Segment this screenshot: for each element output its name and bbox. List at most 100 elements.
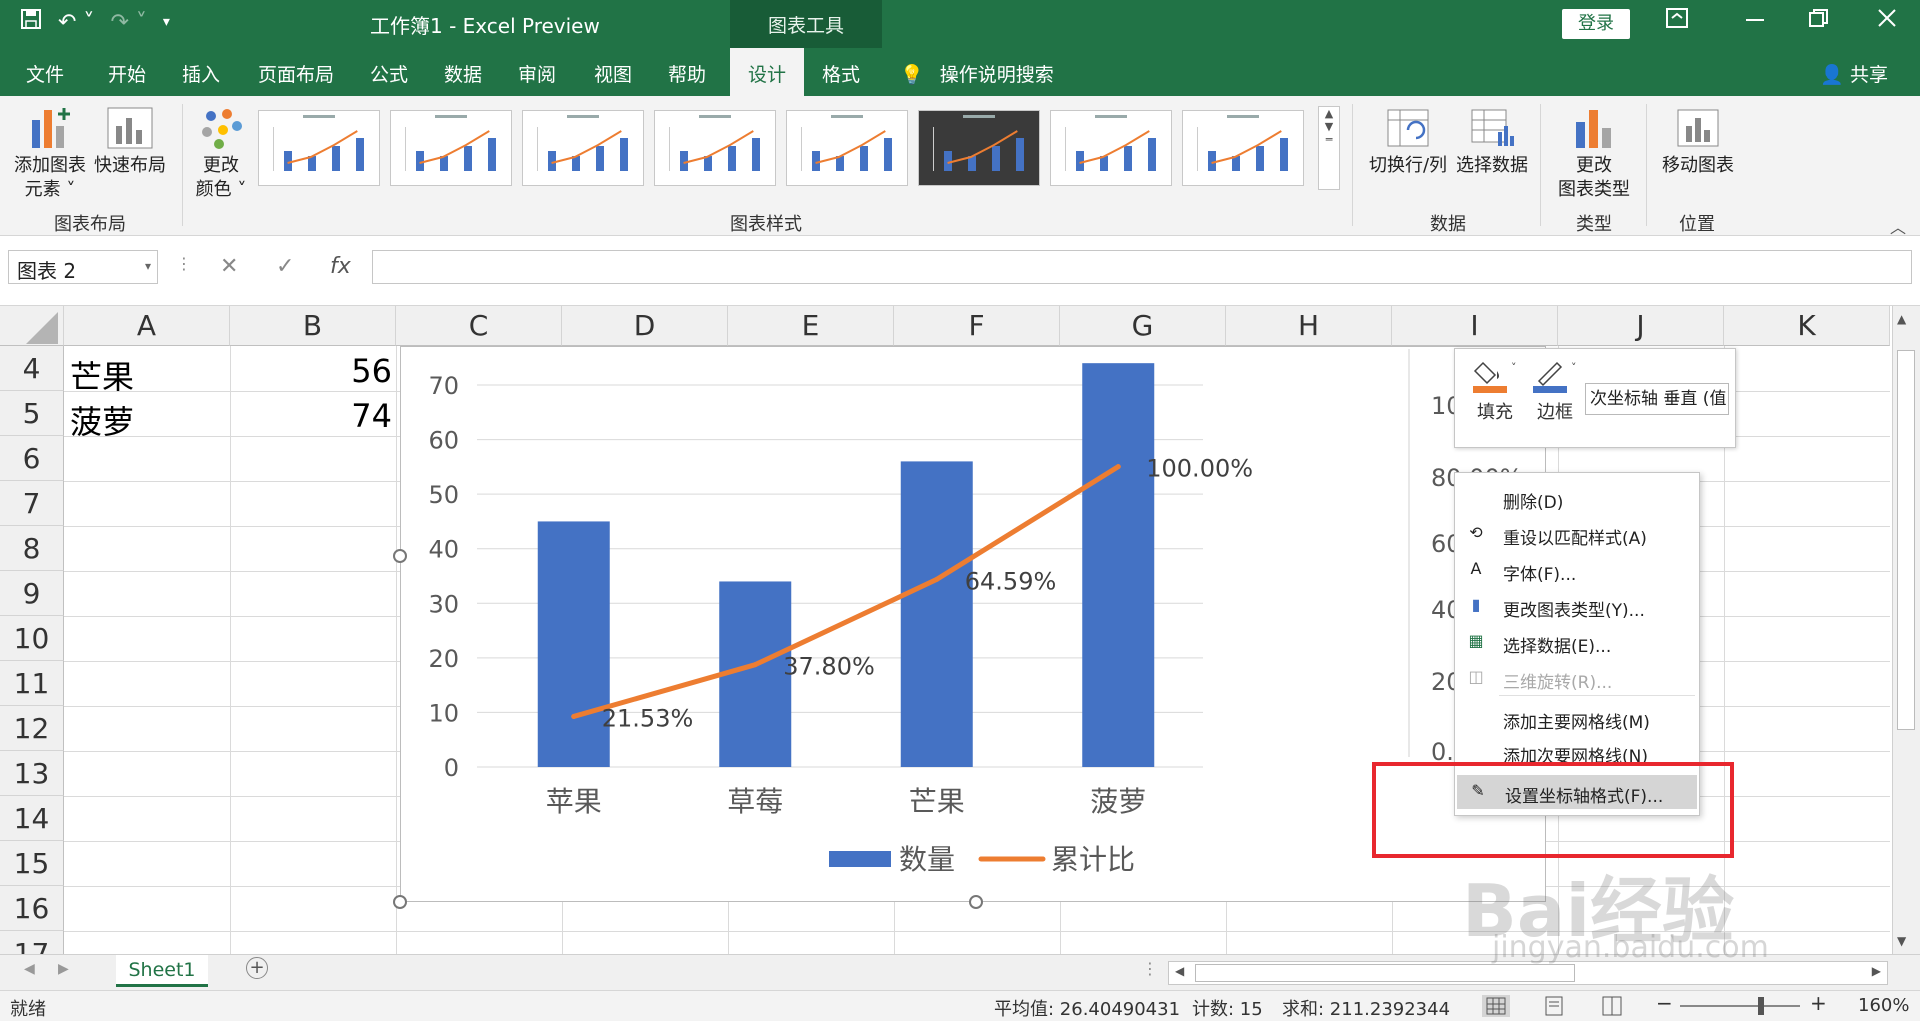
row-header-10[interactable]: 10 xyxy=(0,616,64,661)
sheet-tab-sheet1[interactable]: Sheet1 xyxy=(116,955,208,987)
menu-item-4[interactable]: ▮ 更改图表类型(Y)... xyxy=(1455,589,1699,623)
chart-style-3[interactable] xyxy=(522,110,644,186)
row-header-17[interactable]: 17 xyxy=(0,931,64,954)
resize-handle-bottom[interactable] xyxy=(969,895,983,909)
row-header-16[interactable]: 16 xyxy=(0,886,64,931)
row-header-9[interactable]: 9 xyxy=(0,571,64,616)
scroll-down-icon[interactable]: ▼ xyxy=(1897,934,1906,948)
scroll-split-icon[interactable]: ⋮ xyxy=(1142,959,1158,978)
zoom-level[interactable]: 160% xyxy=(1858,995,1909,1016)
collapse-ribbon-icon[interactable]: ︿ xyxy=(1890,214,1906,238)
redo-icon[interactable]: ↷ ˅ xyxy=(110,10,146,35)
scroll-up-icon[interactable]: ▲ xyxy=(1897,312,1906,326)
column-header-b[interactable]: B xyxy=(230,306,396,346)
vertical-scroll-thumb[interactable] xyxy=(1897,350,1915,730)
tab-view[interactable]: 视图 xyxy=(594,60,632,87)
tab-data[interactable]: 数据 xyxy=(444,60,482,87)
horizontal-scroll-thumb[interactable] xyxy=(1195,964,1575,982)
row-header-5[interactable]: 5 xyxy=(0,391,64,436)
row-header-12[interactable]: 12 xyxy=(0,706,64,751)
chart-element-selector[interactable]: 次坐标轴 垂直 (值) xyxy=(1585,383,1729,415)
close-icon[interactable] xyxy=(1876,8,1898,34)
formula-input[interactable] xyxy=(372,250,1912,284)
save-icon[interactable] xyxy=(20,8,42,36)
column-header-c[interactable]: C xyxy=(396,306,562,346)
row-header-11[interactable]: 11 xyxy=(0,661,64,706)
row-header-6[interactable]: 6 xyxy=(0,436,64,481)
menu-item-5[interactable]: ▦ 选择数据(E)... xyxy=(1455,625,1699,659)
zoom-slider-thumb[interactable] xyxy=(1758,997,1764,1015)
name-box[interactable]: 图表 2 ▾ xyxy=(8,250,158,284)
switch-row-column-button[interactable]: 切换行/列 xyxy=(1366,106,1450,178)
add-sheet-icon[interactable]: + xyxy=(246,957,268,979)
row-header-13[interactable]: 13 xyxy=(0,751,64,796)
select-data-button[interactable]: 选择数据 xyxy=(1454,106,1530,178)
page-layout-view-icon[interactable] xyxy=(1542,995,1566,1021)
menu-item-3[interactable]: A 字体(F)... xyxy=(1455,553,1699,587)
undo-icon[interactable]: ↶ ˅ xyxy=(58,10,94,35)
tab-formulas[interactable]: 公式 xyxy=(370,60,408,87)
chart-style-4[interactable] xyxy=(654,110,776,186)
quick-layout-button[interactable]: 快速布局 xyxy=(92,106,168,178)
minimize-icon[interactable] xyxy=(1744,8,1766,34)
name-box-dropdown-icon[interactable]: ▾ xyxy=(145,259,151,273)
scroll-left-icon[interactable]: ◀ xyxy=(1175,964,1184,978)
tab-format[interactable]: 格式 xyxy=(822,60,860,87)
menu-item-7[interactable]: 添加主要网格线(M) xyxy=(1455,701,1699,735)
border-button[interactable]: ˅ 边框 xyxy=(1527,359,1583,424)
login-button[interactable]: 登录 xyxy=(1562,9,1630,39)
row-header-7[interactable]: 7 xyxy=(0,481,64,526)
tab-insert[interactable]: 插入 xyxy=(182,60,220,87)
select-all-corner[interactable] xyxy=(0,306,64,346)
zoom-in-icon[interactable]: + xyxy=(1810,991,1827,1015)
column-header-k[interactable]: K xyxy=(1724,306,1890,346)
next-sheet-icon[interactable]: ▶ xyxy=(58,961,69,977)
ribbon-display-icon[interactable] xyxy=(1666,8,1688,34)
enter-formula-icon[interactable]: ✓ xyxy=(276,254,294,279)
zoom-out-icon[interactable]: − xyxy=(1656,991,1673,1015)
column-header-d[interactable]: D xyxy=(562,306,728,346)
tab-review[interactable]: 审阅 xyxy=(518,60,556,87)
tab-help[interactable]: 帮助 xyxy=(668,60,706,87)
column-header-e[interactable]: E xyxy=(728,306,894,346)
chart-style-7[interactable] xyxy=(1050,110,1172,186)
column-header-i[interactable]: I xyxy=(1392,306,1558,346)
tell-me-search[interactable]: 💡 操作说明搜索 xyxy=(900,60,1054,87)
cell-b4[interactable]: 56 xyxy=(234,352,392,390)
column-header-j[interactable]: J xyxy=(1558,306,1724,346)
row-header-14[interactable]: 14 xyxy=(0,796,64,841)
prev-sheet-icon[interactable]: ◀ xyxy=(24,961,35,977)
chart-style-8[interactable] xyxy=(1182,110,1304,186)
page-break-view-icon[interactable] xyxy=(1600,995,1624,1021)
chart-style-2[interactable] xyxy=(390,110,512,186)
gallery-scroll[interactable]: ▲ ▼ ═ xyxy=(1318,106,1340,190)
tab-design[interactable]: 设计 xyxy=(730,48,805,96)
column-header-g[interactable]: G xyxy=(1060,306,1226,346)
tab-page-layout[interactable]: 页面布局 xyxy=(258,60,334,87)
add-chart-element-button[interactable]: 添加图表 元素 ˅ xyxy=(12,106,88,202)
menu-item-2[interactable]: ⟲ 重设以匹配样式(A) xyxy=(1455,517,1699,551)
resize-handle-left[interactable] xyxy=(393,549,407,563)
chart-style-5[interactable] xyxy=(786,110,908,186)
restore-icon[interactable] xyxy=(1808,8,1830,34)
vertical-scrollbar[interactable]: ▲ ▼ xyxy=(1892,306,1920,954)
tab-home[interactable]: 开始 xyxy=(108,60,146,87)
row-header-8[interactable]: 8 xyxy=(0,526,64,571)
normal-view-icon[interactable] xyxy=(1482,995,1510,1017)
share-button[interactable]: 👤 共享 xyxy=(1820,60,1888,87)
row-header-15[interactable]: 15 xyxy=(0,841,64,886)
cell-b5[interactable]: 74 xyxy=(234,397,392,435)
customize-qat-icon[interactable]: ▾ xyxy=(163,14,170,30)
column-header-h[interactable]: H xyxy=(1226,306,1392,346)
row-header-4[interactable]: 4 xyxy=(0,346,64,391)
scroll-right-icon[interactable]: ▶ xyxy=(1872,964,1881,978)
change-chart-type-button[interactable]: 更改 图表类型 xyxy=(1554,106,1634,202)
cell-a4[interactable]: 芒果 xyxy=(70,352,134,398)
menu-item-1[interactable]: 删除(D) xyxy=(1455,481,1699,515)
tab-file[interactable]: 文件 xyxy=(26,60,64,87)
fill-button[interactable]: ˅ 填充 xyxy=(1465,359,1525,424)
cell-a5[interactable]: 菠萝 xyxy=(70,397,134,443)
column-header-a[interactable]: A xyxy=(64,306,230,346)
cancel-formula-icon[interactable]: ✕ xyxy=(220,254,238,279)
column-header-f[interactable]: F xyxy=(894,306,1060,346)
